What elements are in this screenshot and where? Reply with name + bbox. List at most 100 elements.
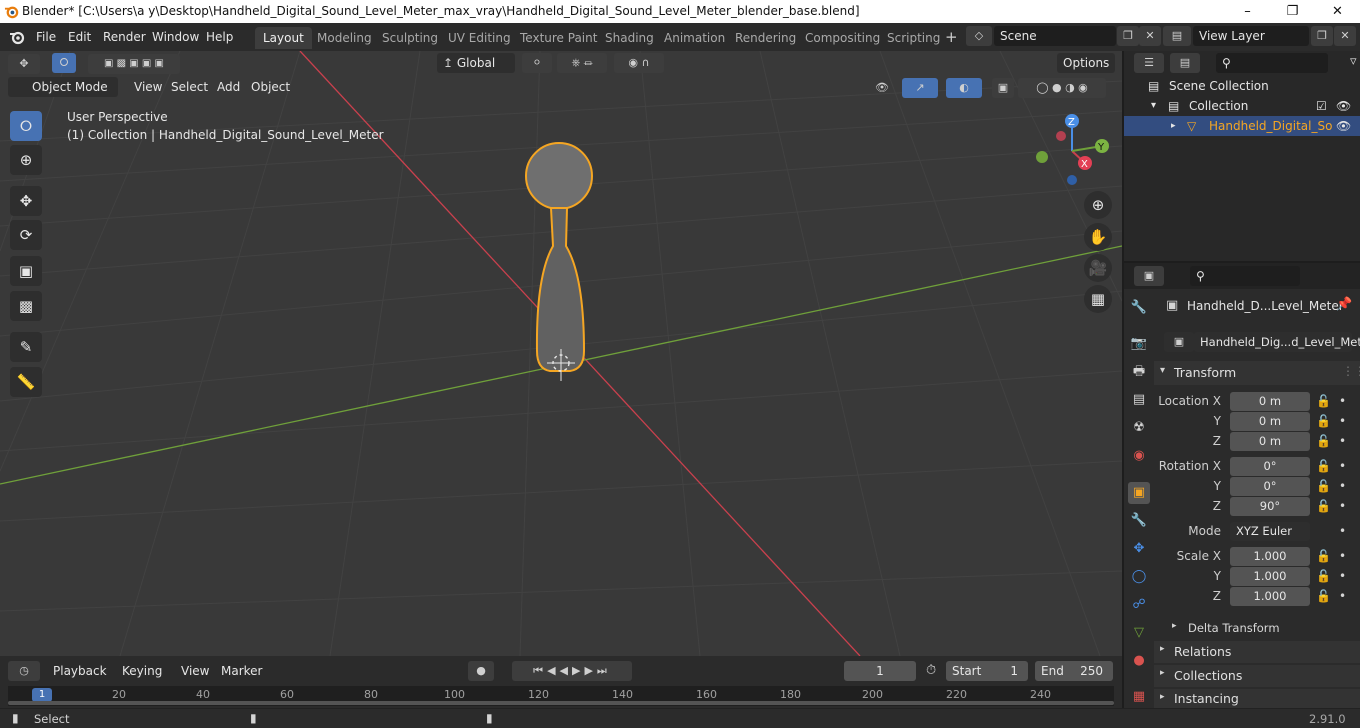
- options-dropdown[interactable]: Options: [1057, 53, 1115, 73]
- viewport-menu-add[interactable]: Add: [211, 78, 246, 96]
- gizmo-icon[interactable]: ↗: [902, 78, 938, 98]
- lock-icon[interactable]: 🔓: [1316, 549, 1331, 563]
- outliner-search-input[interactable]: ⚲: [1216, 53, 1328, 73]
- tab-sculpting[interactable]: Sculpting: [374, 27, 446, 49]
- scale-tool-icon[interactable]: ▣: [10, 256, 42, 286]
- timeline-menu-marker[interactable]: Marker: [215, 662, 268, 680]
- selection-mode-icons[interactable]: ▣ ▩ ▣ ▣ ▣: [88, 54, 180, 74]
- scale-y-field[interactable]: 1.000: [1230, 567, 1310, 586]
- tab-compositing[interactable]: Compositing: [797, 27, 888, 49]
- cursor-tool-icon[interactable]: ⊕: [10, 145, 42, 175]
- keyframe-dot-icon[interactable]: •: [1339, 569, 1346, 583]
- timeline-menu-keying[interactable]: Keying: [116, 662, 168, 680]
- timeline-ruler[interactable]: 1 20 40 60 80 100 120 140 160 180 200 22…: [8, 686, 1114, 706]
- scene-selector-icon[interactable]: ◇: [966, 26, 992, 46]
- tab-layout[interactable]: Layout: [255, 27, 312, 49]
- timeline-menu-view[interactable]: View: [175, 662, 215, 680]
- filter-icon[interactable]: ▿: [1350, 54, 1357, 69]
- delete-view-layer-icon[interactable]: ✕: [1334, 26, 1356, 46]
- view-layer-icon[interactable]: ▤: [1163, 26, 1191, 46]
- playhead[interactable]: 1: [32, 688, 52, 702]
- start-frame-field[interactable]: Start 1: [946, 661, 1028, 681]
- navigation-gizmo[interactable]: Z X Y: [1030, 113, 1122, 193]
- tab-texture-paint[interactable]: Texture Paint: [512, 27, 605, 49]
- particles-tab-icon[interactable]: ✥: [1128, 538, 1150, 560]
- stopwatch-icon[interactable]: ⏱: [926, 663, 936, 678]
- move-tool-icon[interactable]: ✥: [10, 186, 42, 216]
- modifier-tab-icon[interactable]: 🔧: [1128, 510, 1150, 532]
- tool-tab-icon[interactable]: 🔧: [1128, 297, 1150, 319]
- keyframe-dot-icon[interactable]: •: [1339, 549, 1346, 563]
- lock-icon[interactable]: 🔓: [1316, 569, 1331, 583]
- menu-edit[interactable]: Edit: [62, 28, 97, 46]
- snap-icon[interactable]: ⎈ ⏛: [557, 53, 607, 73]
- viewport-menu-view[interactable]: View: [128, 78, 168, 96]
- scale-x-field[interactable]: 1.000: [1230, 547, 1310, 566]
- add-workspace-icon[interactable]: +: [945, 28, 958, 46]
- location-x-field[interactable]: 0 m: [1230, 392, 1310, 411]
- visibility-icon[interactable]: 👁: [866, 78, 898, 98]
- properties-editor-type-icon[interactable]: ▣: [1134, 266, 1164, 286]
- end-frame-field[interactable]: End 250: [1035, 661, 1113, 681]
- new-view-layer-icon[interactable]: ❐: [1311, 26, 1333, 46]
- render-tab-icon[interactable]: 📷: [1128, 333, 1150, 355]
- timeline-scrollbar[interactable]: [8, 701, 1114, 705]
- menu-help[interactable]: Help: [200, 28, 239, 46]
- pin-icon[interactable]: 📌: [1336, 297, 1352, 312]
- select-box-icon[interactable]: ⭘: [52, 53, 76, 73]
- object-tab-icon[interactable]: ▣: [1128, 482, 1150, 504]
- lock-icon[interactable]: 🔓: [1316, 589, 1331, 603]
- menu-file[interactable]: File: [30, 28, 62, 46]
- menu-render[interactable]: Render: [97, 28, 152, 46]
- record-icon[interactable]: ●: [468, 661, 494, 681]
- viewport-menu-select[interactable]: Select: [165, 78, 214, 96]
- physics-tab-icon[interactable]: ◯: [1128, 566, 1150, 588]
- scale-z-field[interactable]: 1.000: [1230, 587, 1310, 606]
- keyframe-dot-icon[interactable]: •: [1339, 414, 1346, 428]
- scene-name-field[interactable]: Scene: [994, 26, 1116, 46]
- texture-tab-icon[interactable]: ▦: [1128, 686, 1150, 708]
- view-layer-tab-icon[interactable]: ▤: [1128, 389, 1150, 411]
- delete-scene-icon[interactable]: ✕: [1139, 26, 1161, 46]
- location-z-field[interactable]: 0 m: [1230, 432, 1310, 451]
- eye-icon[interactable]: 👁: [1336, 96, 1351, 116]
- rotate-tool-icon[interactable]: ⟳: [10, 220, 42, 250]
- camera-view-icon[interactable]: 🎥: [1084, 254, 1112, 282]
- rotation-z-field[interactable]: 90°: [1230, 497, 1310, 516]
- perspective-grid-icon[interactable]: ▦: [1084, 285, 1112, 313]
- new-scene-icon[interactable]: ❐: [1117, 26, 1139, 46]
- lock-icon[interactable]: 🔓: [1316, 499, 1331, 513]
- pivot-point-icon[interactable]: ⚪: [522, 53, 552, 73]
- proportional-edit-icon[interactable]: ◉ ∩: [614, 53, 664, 73]
- lock-icon[interactable]: 🔓: [1316, 459, 1331, 473]
- scene-tab-icon[interactable]: ☢: [1128, 417, 1150, 439]
- keyframe-dot-icon[interactable]: •: [1339, 589, 1346, 603]
- properties-search-input[interactable]: ⚲: [1190, 266, 1300, 286]
- rotation-y-field[interactable]: 0°: [1230, 477, 1310, 496]
- location-y-field[interactable]: 0 m: [1230, 412, 1310, 431]
- output-tab-icon[interactable]: 🖶: [1128, 361, 1150, 383]
- overlays-icon[interactable]: ◐: [946, 78, 982, 98]
- keyframe-dot-icon[interactable]: •: [1339, 479, 1346, 493]
- delta-transform-subpanel[interactable]: ▸ Delta Transform: [1170, 619, 1350, 637]
- timeline-menu-playback[interactable]: Playback: [47, 662, 113, 680]
- instancing-panel-header[interactable]: ▸ Instancing: [1154, 689, 1360, 708]
- editor-type-icon[interactable]: ✥: [8, 54, 40, 74]
- lock-icon[interactable]: 🔓: [1316, 394, 1331, 408]
- outliner-editor-type-icon[interactable]: ☰: [1134, 53, 1164, 73]
- tab-uv-editing[interactable]: UV Editing: [440, 27, 519, 49]
- expand-icon[interactable]: ▾: [1151, 96, 1156, 116]
- data-tab-icon[interactable]: ▽: [1128, 622, 1150, 644]
- drag-handle-icon[interactable]: ⋮⋮: [1342, 364, 1360, 378]
- keyframe-dot-icon[interactable]: •: [1339, 524, 1346, 538]
- pan-hand-icon[interactable]: ✋: [1084, 223, 1112, 251]
- timeline-editor-type-icon[interactable]: ◷: [8, 661, 40, 681]
- outliner-row-scene-collection[interactable]: ▤ Scene Collection: [1124, 76, 1360, 96]
- playback-controls[interactable]: ⏮◀◀▶▶⏭: [512, 661, 632, 681]
- keyframe-dot-icon[interactable]: •: [1339, 499, 1346, 513]
- lock-icon[interactable]: 🔓: [1316, 434, 1331, 448]
- zoom-icon[interactable]: ⊕: [1084, 191, 1112, 219]
- collections-panel-header[interactable]: ▸ Collections: [1154, 665, 1360, 687]
- object-browse-icon[interactable]: ▣: [1164, 332, 1194, 352]
- 3d-viewport[interactable]: ✥ ⭘ ▣ ▩ ▣ ▣ ▣ ↥ Global ⚪ ⎈ ⏛ ◉ ∩ Options…: [0, 51, 1122, 656]
